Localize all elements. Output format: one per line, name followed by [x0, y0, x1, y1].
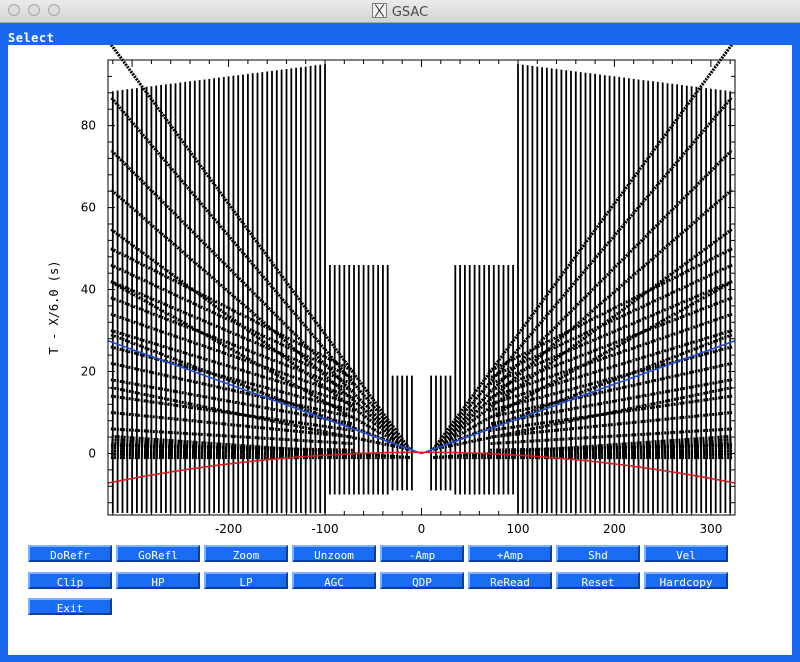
exit-button[interactable]: Exit	[28, 598, 112, 615]
trace-layer	[109, 45, 734, 513]
window-title-group: GSAC	[0, 3, 800, 20]
gorefl-button[interactable]: GoRefl	[116, 545, 200, 562]
y-tick-label: 60	[81, 201, 96, 215]
panel-label: Select	[8, 31, 55, 45]
reread-button[interactable]: ReRead	[468, 572, 552, 589]
hp-button[interactable]: HP	[116, 572, 200, 589]
dorefr-button[interactable]: DoRefr	[28, 545, 112, 562]
shd-button[interactable]: Shd	[556, 545, 640, 562]
agc-button[interactable]: AGC	[292, 572, 376, 589]
curve-layer	[107, 340, 736, 484]
qdp-button[interactable]: QDP	[380, 572, 464, 589]
clip-button[interactable]: Clip	[28, 572, 112, 589]
unzoom-button[interactable]: Unzoom	[292, 545, 376, 562]
y-tick-label: 0	[88, 447, 96, 461]
y-tick-label: 80	[81, 119, 96, 133]
y-tick-label: 40	[81, 283, 96, 297]
window-title: GSAC	[391, 5, 429, 20]
x-tick-label: -200	[215, 522, 242, 536]
x-tick-label: 0	[418, 522, 426, 536]
zoom-button[interactable]: Zoom	[204, 545, 288, 562]
y-tick-label: 20	[81, 365, 96, 379]
seismogram-plot[interactable]: -200 -100 0 100 200 300 0 20 40 60 80 T - X/6.0 (s…	[8, 45, 792, 655]
amp-button[interactable]: +Amp	[468, 545, 552, 562]
lp-button[interactable]: LP	[204, 572, 288, 589]
window-titlebar: GSAC	[0, 0, 800, 23]
select-panel: Select -200 -100 0 100 200 300 0 20 40 60 80 T - X…	[0, 23, 800, 662]
x11-icon	[371, 3, 387, 18]
x-tick-label: 100	[507, 522, 530, 536]
vel-button[interactable]: Vel	[644, 545, 728, 562]
amp-button[interactable]: -Amp	[380, 545, 464, 562]
x-tick-label: 200	[603, 522, 626, 536]
plot-canvas[interactable]: -200 -100 0 100 200 300 0 20 40 60 80 T - X/6.0 (s…	[8, 45, 792, 655]
reset-button[interactable]: Reset	[556, 572, 640, 589]
y-axis-label: T - X/6.0 (s)	[47, 261, 61, 355]
x-tick-label: 300	[699, 522, 722, 536]
blue-traveltime-curve	[107, 340, 736, 455]
hardcopy-button[interactable]: Hardcopy	[644, 572, 728, 589]
x-tick-label: -100	[311, 522, 338, 536]
